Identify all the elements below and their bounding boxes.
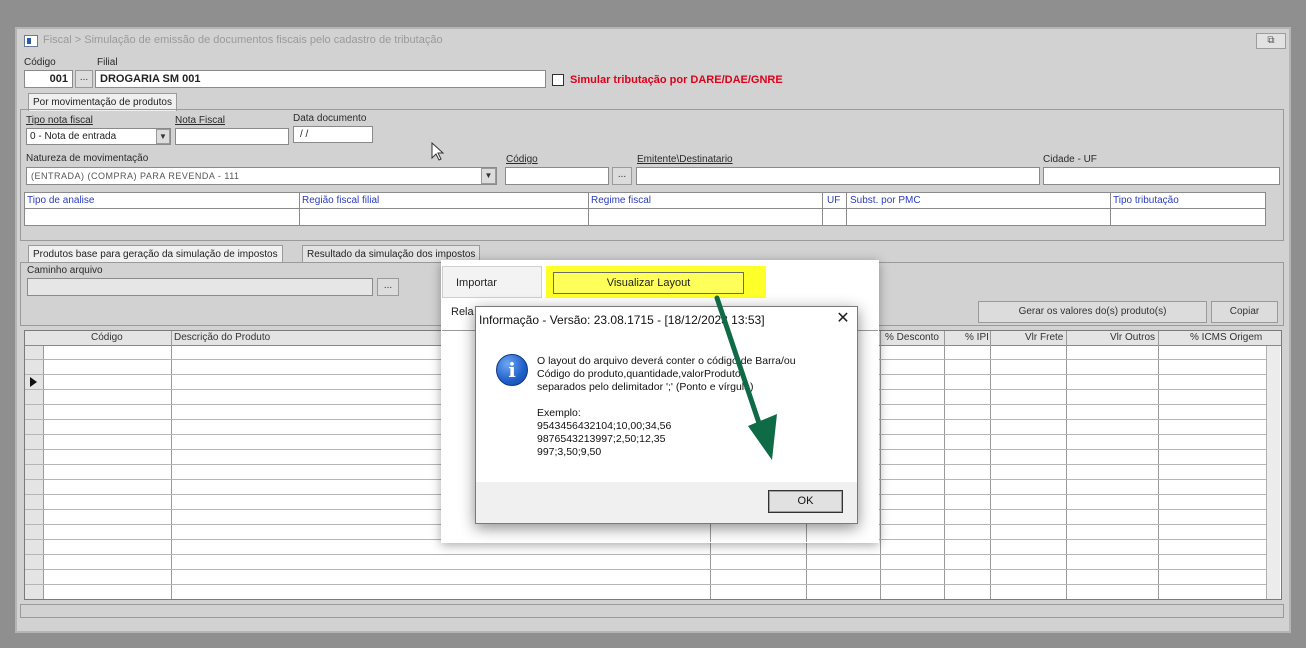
tab-produtos-base[interactable]: Produtos base para geração da simulação …: [28, 245, 283, 263]
close-icon[interactable]: ✕: [833, 308, 853, 330]
analysis-header: Regime fiscal: [591, 195, 652, 206]
filial-field[interactable]: DROGARIA SM 001: [95, 70, 546, 88]
mouse-cursor-icon: [431, 142, 445, 161]
restore-button[interactable]: ⧉: [1256, 33, 1286, 49]
data-documento-label: Data documento: [293, 113, 367, 124]
simular-checkbox[interactable]: [552, 74, 564, 86]
grid-col-ipi: % IPI: [965, 332, 989, 343]
chevron-down-icon[interactable]: ▼: [156, 129, 170, 144]
natureza-label: Natureza de movimentação: [26, 153, 149, 164]
chevron-down-icon[interactable]: ▼: [481, 168, 496, 184]
info-icon: i: [496, 354, 528, 386]
analysis-header: Tipo de analise: [27, 195, 95, 206]
tipo-nota-select[interactable]: 0 - Nota de entrada: [26, 128, 171, 145]
gerar-valores-button[interactable]: Gerar os valores do(s) produto(s): [978, 301, 1207, 323]
analysis-header: UF: [827, 195, 841, 206]
filial-label: Filial: [97, 57, 118, 68]
emitente-label: Emitente\Destinatario: [637, 154, 733, 165]
caminho-browse-button[interactable]: ...: [377, 278, 399, 296]
codigo-field[interactable]: 001: [24, 70, 73, 88]
analysis-header: Tipo tributação: [1113, 195, 1179, 206]
codigo-label: Código: [24, 57, 56, 68]
grid-col-frete: Vlr Frete: [1025, 332, 1064, 343]
grid-col-outros: Vlr Outros: [1110, 332, 1156, 343]
relatorio-button[interactable]: Rela: [451, 306, 474, 318]
cidade-uf-input[interactable]: [1043, 167, 1280, 185]
codigo-browse-button[interactable]: ...: [75, 70, 93, 88]
nota-fiscal-label: Nota Fiscal: [175, 115, 226, 126]
caminho-input[interactable]: [27, 278, 373, 296]
annotation-arrow: [714, 295, 777, 460]
importar-button[interactable]: Importar: [456, 277, 497, 289]
codigo-emitente-input[interactable]: [505, 167, 609, 185]
grid-col-codigo: Código: [91, 332, 123, 343]
tipo-nota-label: Tipo nota fiscal: [26, 115, 93, 126]
grid-col-desconto: % Desconto: [885, 332, 939, 343]
grid-col-descricao: Descrição do Produto: [174, 332, 271, 343]
cidade-uf-label: Cidade - UF: [1043, 154, 1097, 165]
grid-col-icms-origem: % ICMS Origem: [1190, 332, 1263, 343]
analysis-header: Subst. por PMC: [850, 195, 921, 206]
status-bar: [20, 604, 1284, 618]
analysis-header: Região fiscal filial: [302, 195, 380, 206]
emitente-browse-button[interactable]: ...: [612, 167, 632, 185]
emitente-input[interactable]: [636, 167, 1040, 185]
grid-scrollbar[interactable]: [1266, 346, 1280, 599]
window-title: Fiscal > Simulação de emissão de documen…: [43, 34, 443, 46]
current-row-icon: [30, 377, 37, 387]
data-documento-input[interactable]: / /: [293, 126, 373, 143]
simular-label: Simular tributação por DARE/DAE/GNRE: [570, 74, 783, 86]
codigo-emitente-label: Código: [506, 154, 538, 165]
caminho-label: Caminho arquivo: [27, 265, 103, 276]
copiar-button[interactable]: Copiar: [1211, 301, 1278, 323]
app-icon: [24, 35, 38, 47]
ok-button[interactable]: OK: [768, 490, 843, 513]
nota-fiscal-input[interactable]: [175, 128, 289, 145]
natureza-select[interactable]: (ENTRADA) (COMPRA) PARA REVENDA - 111: [26, 167, 497, 185]
